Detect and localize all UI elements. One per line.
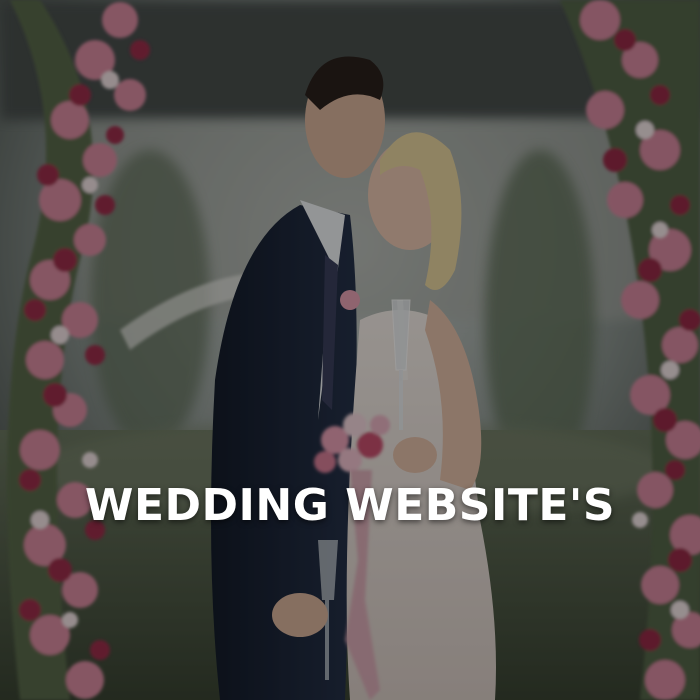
banner-title: WEDDING WEBSITE'S	[84, 480, 616, 531]
dark-overlay	[0, 0, 700, 700]
wedding-banner[interactable]: WEDDING WEBSITE'S	[0, 0, 700, 700]
